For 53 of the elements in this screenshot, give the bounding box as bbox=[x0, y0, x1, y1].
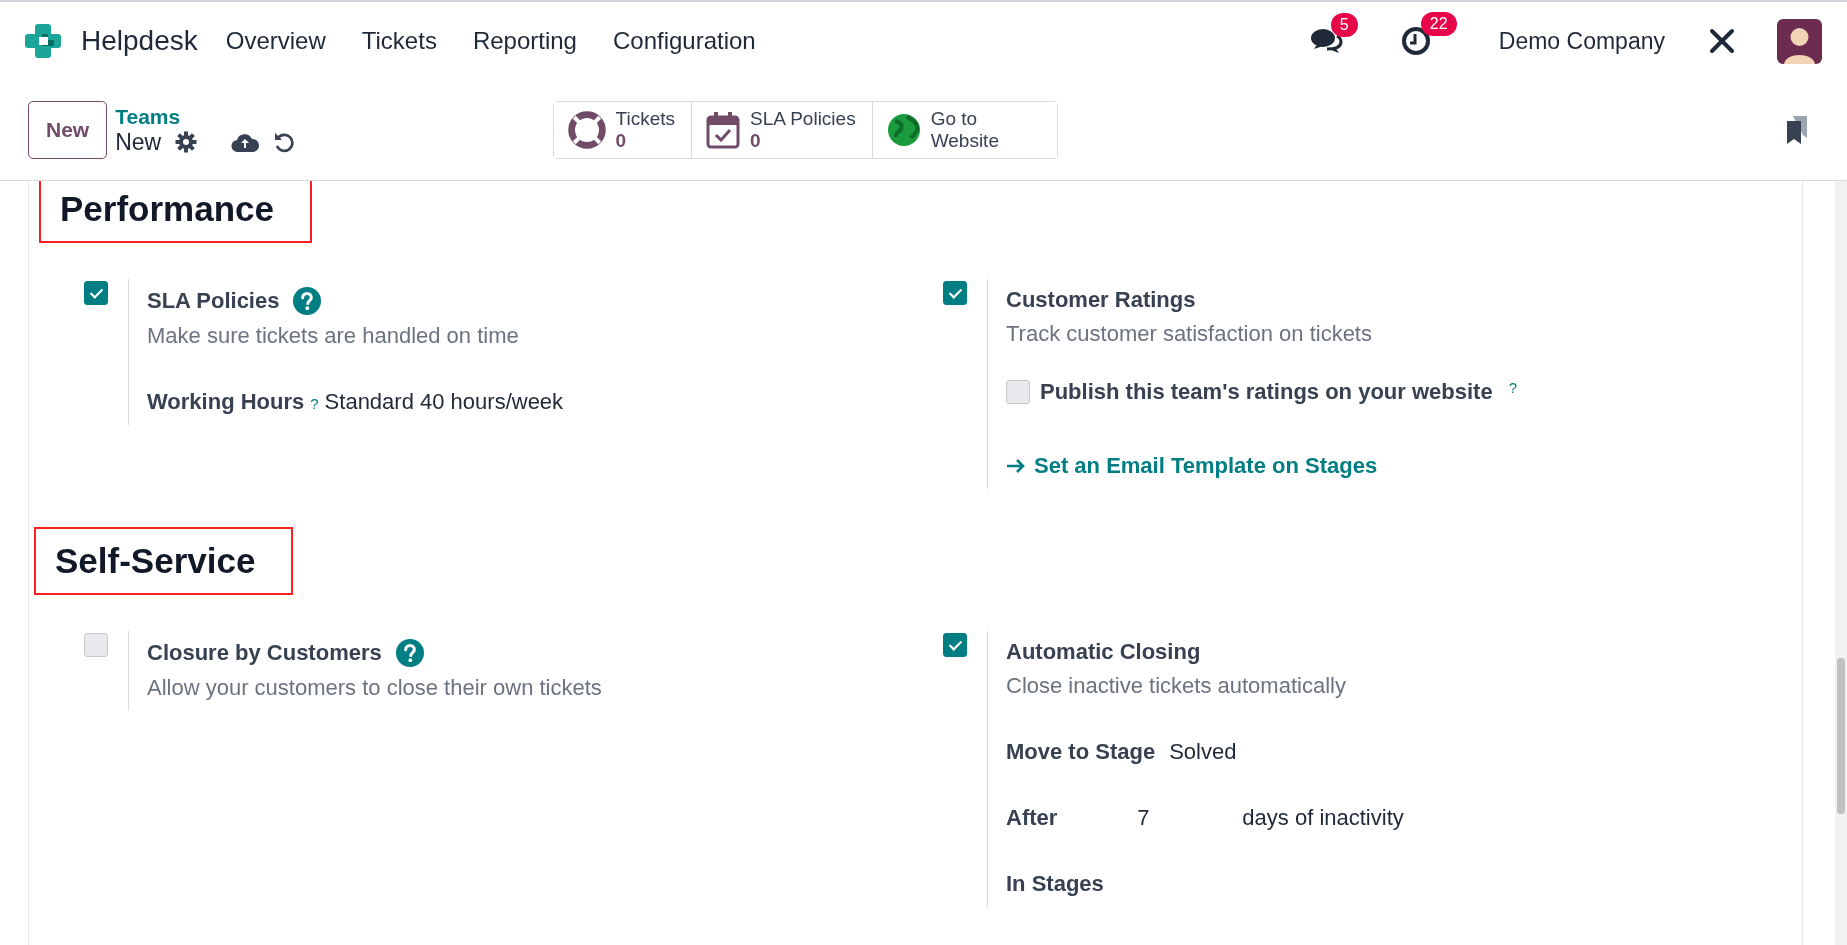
lifebuoy-icon bbox=[567, 111, 606, 149]
new-button[interactable]: New bbox=[28, 101, 108, 159]
globe-icon bbox=[886, 113, 921, 147]
section-heading: Performance bbox=[39, 181, 312, 243]
field-label: In Stages bbox=[1006, 871, 1104, 897]
checkbox[interactable] bbox=[84, 281, 108, 305]
cloud-upload-icon[interactable] bbox=[231, 132, 260, 152]
record-name: New bbox=[115, 128, 162, 156]
bookmark-icon[interactable] bbox=[1785, 115, 1809, 145]
setting-title: Closure by Customers bbox=[147, 640, 382, 666]
avatar[interactable] bbox=[1777, 18, 1822, 64]
breadcrumb-link[interactable]: Teams bbox=[115, 104, 296, 129]
app-logo-icon[interactable] bbox=[25, 22, 63, 60]
setting-description: Track customer satisfaction on tickets bbox=[1006, 321, 1373, 347]
setting-description: Allow your customers to close their own tickets bbox=[147, 675, 602, 701]
notification-badge: 5 bbox=[1330, 13, 1358, 37]
menu-item[interactable]: Reporting bbox=[472, 27, 577, 55]
menu-item[interactable]: Tickets bbox=[361, 27, 437, 55]
menu-item[interactable]: Overview bbox=[225, 27, 326, 55]
smart-button[interactable]: Tickets 0 bbox=[553, 102, 693, 158]
calendar-check-icon bbox=[706, 111, 741, 149]
field-label: Move to Stage bbox=[1006, 739, 1156, 765]
option-label: Publish this team's ratings on your website bbox=[1040, 379, 1493, 405]
setting-description: Close inactive tickets automatically bbox=[1006, 673, 1347, 699]
arrow-right-icon bbox=[1006, 458, 1026, 474]
help-mark[interactable]: ? bbox=[1508, 379, 1517, 396]
clock-icon[interactable] bbox=[1400, 26, 1431, 56]
checkbox[interactable] bbox=[943, 633, 967, 657]
field-label: After bbox=[1006, 805, 1058, 831]
stages-link[interactable]: Set an Email Template on Stages bbox=[1006, 453, 1523, 479]
section-heading: Self-Service bbox=[34, 527, 294, 595]
checkbox[interactable] bbox=[943, 281, 967, 305]
help-icon[interactable] bbox=[293, 287, 322, 315]
scrollbar-thumb[interactable] bbox=[1837, 658, 1845, 814]
gear-icon[interactable] bbox=[175, 131, 198, 153]
menu-item[interactable]: Configuration bbox=[612, 27, 756, 55]
undo-icon[interactable] bbox=[273, 131, 296, 153]
setting-title: Customer Ratings bbox=[1006, 287, 1196, 313]
app-name[interactable]: Helpdesk bbox=[81, 25, 198, 57]
field-value[interactable]: Solved bbox=[1169, 739, 1237, 765]
field-label: Working Hours bbox=[147, 389, 305, 415]
checkbox[interactable] bbox=[1006, 380, 1030, 404]
help-icon[interactable] bbox=[395, 639, 424, 667]
setting-title: Automatic Closing bbox=[1006, 639, 1201, 665]
checkbox[interactable] bbox=[84, 633, 108, 657]
field-suffix: days of inactivity bbox=[1242, 805, 1404, 831]
help-mark[interactable]: ? bbox=[310, 395, 319, 412]
field-value[interactable]: Standard 40 hours/week bbox=[324, 389, 564, 415]
setting-description: Make sure tickets are handled on time bbox=[147, 323, 520, 349]
company-switcher[interactable]: Demo Company bbox=[1498, 27, 1665, 55]
notification-badge: 22 bbox=[1420, 12, 1457, 36]
field-value[interactable]: 7 bbox=[1137, 805, 1243, 831]
setting-title: SLA Policies bbox=[147, 288, 280, 314]
